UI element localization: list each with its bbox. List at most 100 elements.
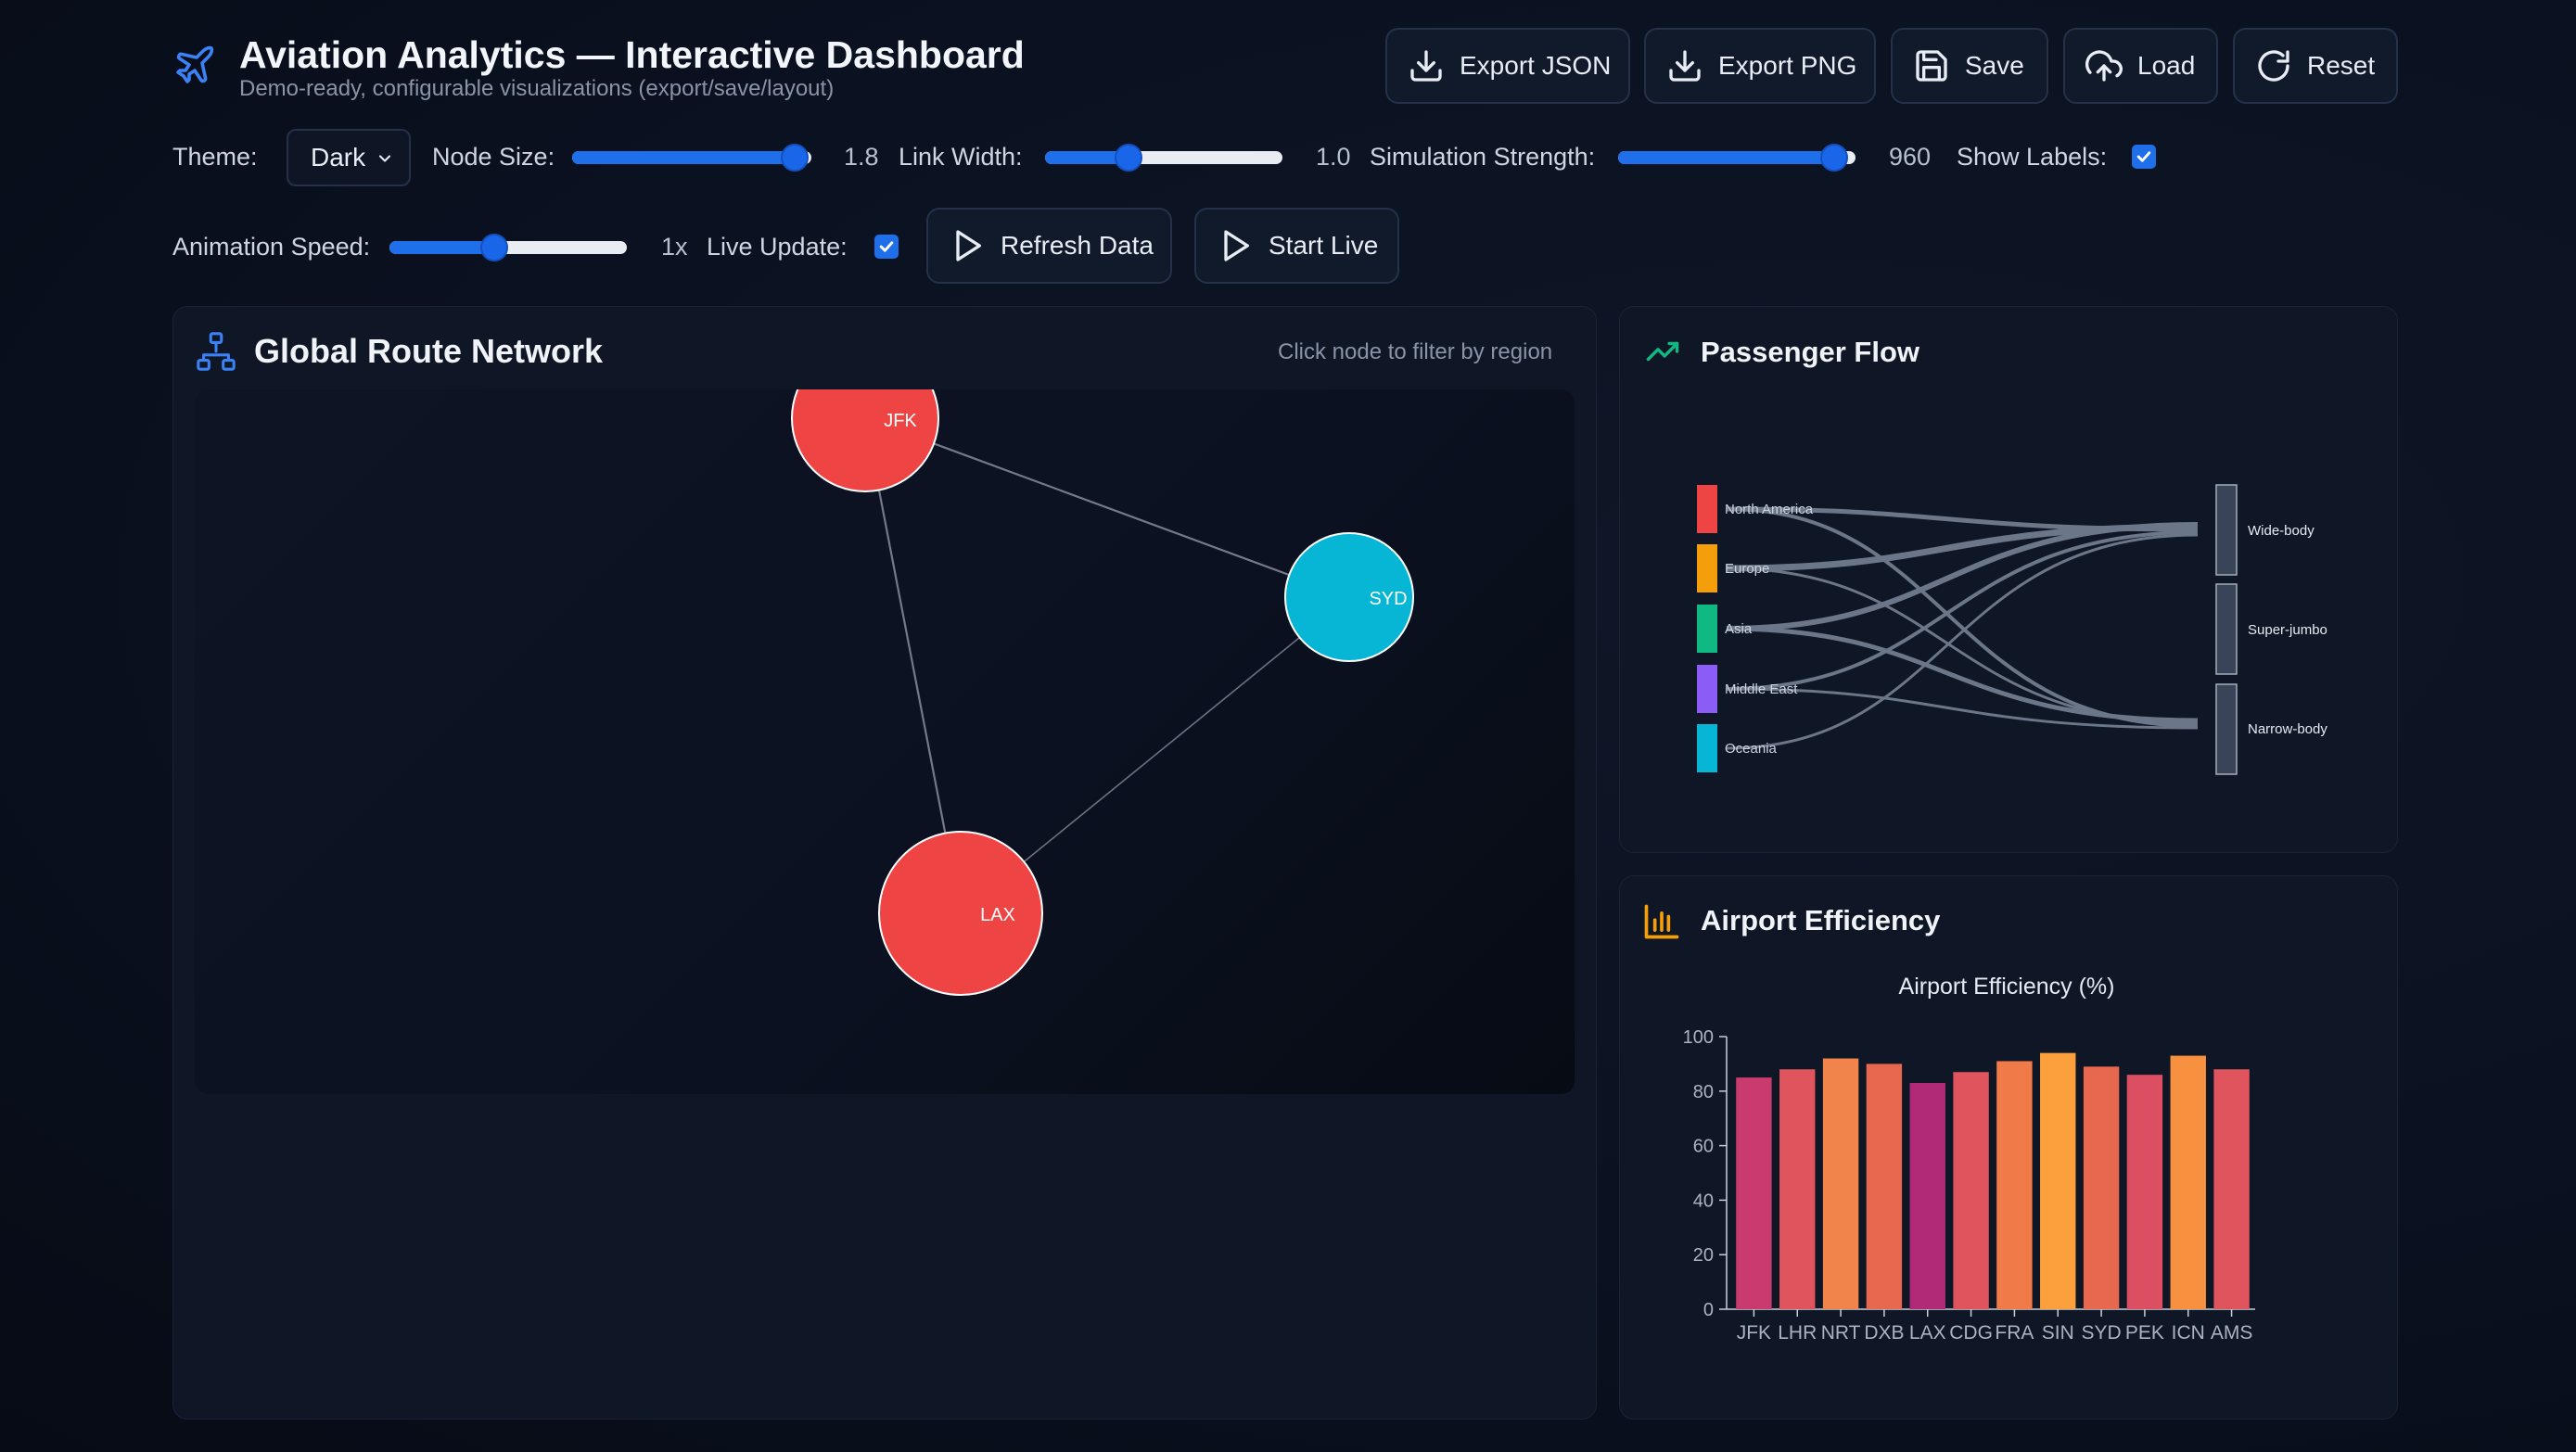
sankey-node-super-jumbo[interactable] [2215,583,2238,675]
slider-thumb[interactable] [479,234,508,261]
reset-button[interactable]: Reset [2233,28,2398,104]
bar-nrt[interactable] [1822,1058,1859,1309]
sankey-node-narrow-body[interactable] [2215,683,2238,775]
sankey-node-middle-east[interactable] [1697,665,1717,713]
bar-ams[interactable] [2213,1069,2250,1309]
save-icon [1916,50,1947,82]
sankey-source-nodes [1697,485,1717,772]
bar-fra[interactable] [1996,1061,2033,1309]
airport-node-lax[interactable]: LAX [878,831,1043,996]
chart-title: Airport Efficiency (%) [1899,974,2115,1000]
load-button[interactable]: Load [2063,28,2218,104]
sankey-label: Narrow-body [2248,721,2327,737]
bar-sin[interactable] [2040,1052,2076,1309]
simulation-strength-slider[interactable] [1618,144,1855,172]
airport-efficiency-title: Airport Efficiency [1701,904,1941,936]
sankey-label: North America [1725,502,1814,517]
slider-thumb[interactable] [1819,144,1848,172]
airport-node-label: JFK [884,411,917,431]
route-network-canvas[interactable]: JFK SYD LAX [195,389,1575,1094]
sankey-node-wide-body[interactable] [2215,484,2238,576]
slider-fill [572,151,795,164]
start-live-button[interactable]: Start Live [1194,208,1399,284]
airport-efficiency-chart[interactable]: Airport Efficiency (%) 0 20 40 60 80 100 JFK LH… [1619,955,2398,1363]
page-title: Aviation Analytics — Interactive Dashboa… [239,33,1025,76]
x-tick-label: PEK [2125,1322,2164,1344]
refresh-data-label: Refresh Data [1001,231,1154,260]
x-tick-label: DXB [1864,1322,1904,1344]
slider-fill [1618,151,1834,164]
x-tick-label: NRT [1821,1322,1861,1344]
reset-label: Reset [2307,51,2376,80]
x-tick-label: FRA [1995,1322,2034,1344]
bar-chart-icon [1644,904,1679,939]
y-tick-label: 80 [1693,1082,1714,1102]
bar-dxb[interactable] [1866,1064,1903,1309]
refresh-data-button[interactable]: Refresh Data [926,208,1172,284]
simulation-strength-value: 960 [1889,143,1932,171]
node-size-value: 1.8 [844,143,879,171]
sankey-label: Oceania [1725,741,1778,757]
reset-icon [2258,50,2289,82]
slider-thumb[interactable] [780,144,809,172]
bar-lax[interactable] [1909,1082,1945,1309]
animation-speed-value: 1x [661,233,688,261]
node-size-slider[interactable] [572,144,811,172]
bar-lhr[interactable] [1779,1069,1816,1309]
link-width-slider[interactable] [1045,144,1282,172]
x-tick-label: AMS [2211,1322,2253,1344]
download-icon [1410,50,1442,82]
export-json-label: Export JSON [1460,51,1612,80]
export-png-label: Export PNG [1718,51,1857,80]
download-icon [1669,50,1701,82]
sankey-label: Super-jumbo [2248,622,2327,638]
live-update-checkbox[interactable] [874,235,899,259]
checkmark-icon [879,241,894,252]
airport-node-syd[interactable]: SYD [1284,532,1414,662]
y-tick-label: 40 [1693,1191,1714,1211]
show-labels-label: Show Labels: [1957,143,2108,171]
export-json-button[interactable]: Export JSON [1385,28,1630,104]
bar-jfk[interactable] [1736,1077,1772,1309]
bar-pek[interactable] [2126,1075,2163,1309]
sankey-node-asia[interactable] [1697,605,1717,653]
theme-select[interactable]: Dark [287,129,411,186]
load-label: Load [2137,51,2196,80]
save-button[interactable]: Save [1891,28,2048,104]
animation-speed-slider[interactable] [389,234,627,261]
play-icon [956,230,981,261]
export-png-button[interactable]: Export PNG [1644,28,1876,104]
theme-select-value: Dark [311,143,366,172]
start-live-label: Start Live [1269,231,1379,260]
bar-icn[interactable] [2170,1055,2206,1309]
theme-label: Theme: [172,143,258,171]
animation-speed-label: Animation Speed: [172,233,371,261]
sankey-label: Europe [1725,561,1769,577]
y-tick-label: 60 [1693,1137,1714,1157]
live-update-label: Live Update: [707,233,848,261]
link-width-label: Link Width: [899,143,1023,171]
airport-node-jfk[interactable]: JFK [791,389,939,492]
sankey-node-oceania[interactable] [1697,724,1717,772]
bar-cdg[interactable] [1953,1072,1989,1309]
sankey-node-north-america[interactable] [1697,485,1717,533]
passenger-flow-sankey[interactable]: North America Europe Asia Middle East Oc… [1619,306,2398,853]
x-tick-label: LAX [1909,1322,1946,1344]
x-tick-label: SIN [2042,1322,2074,1344]
bar-syd[interactable] [2083,1066,2120,1309]
x-tick-label: JFK [1737,1322,1771,1344]
sitemap-icon [197,332,236,371]
airport-node-label: LAX [980,905,1015,925]
y-tick-label: 0 [1703,1300,1714,1320]
link-width-value: 1.0 [1316,143,1351,171]
sankey-node-europe[interactable] [1697,544,1717,592]
slider-thumb[interactable] [1114,144,1142,172]
save-label: Save [1965,51,2024,80]
x-tick-label: SYD [2081,1322,2121,1344]
route-link-jfk-syd [864,416,1350,599]
cloud-upload-icon [2085,50,2123,82]
airplane-icon [176,45,214,83]
play-icon [1224,230,1249,261]
airport-node-label: SYD [1369,589,1407,609]
show-labels-checkbox[interactable] [2132,145,2156,169]
